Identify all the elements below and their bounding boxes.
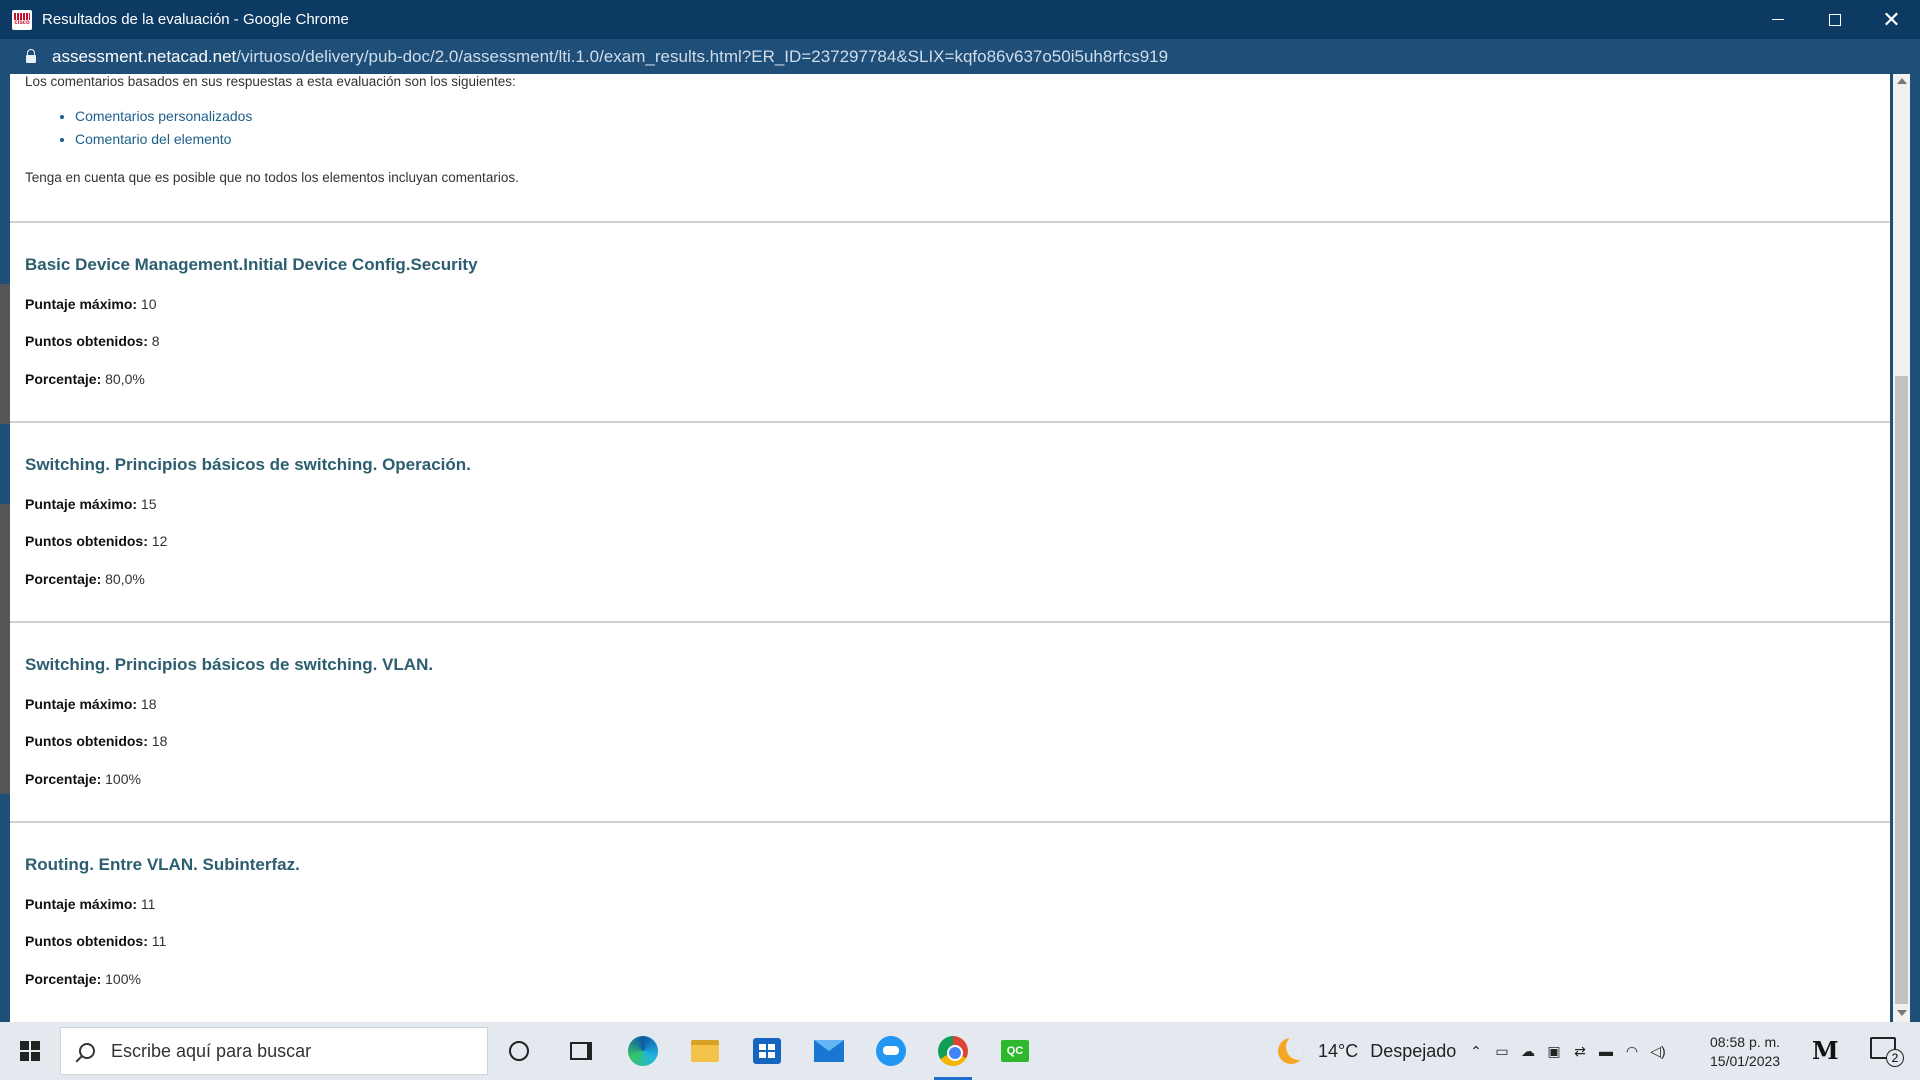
earned-points-row: Puntos obtenidos: 12: [25, 533, 168, 549]
notification-center-button[interactable]: 2: [1870, 1037, 1904, 1067]
result-section: Switching. Principios básicos de switchi…: [10, 621, 1890, 821]
m-app-icon[interactable]: M: [1812, 1036, 1839, 1065]
percentage-row: Porcentaje: 100%: [25, 771, 141, 787]
background-right-strip: [1910, 74, 1920, 1022]
mail-button[interactable]: [798, 1022, 860, 1080]
link-comentario-elemento[interactable]: Comentario del elemento: [75, 131, 252, 147]
result-section: Switching. Principios básicos de switchi…: [10, 421, 1890, 621]
taskbar-clock[interactable]: 08:58 p. m. 15/01/2023: [1710, 1033, 1780, 1071]
minimize-button[interactable]: [1749, 0, 1806, 39]
system-tray: ⌃ ▭ ☁ ▣ ⇄ ▬ ◠ ◁): [1468, 1022, 1666, 1080]
earned-points-row: Puntos obtenidos: 11: [25, 933, 167, 949]
section-title: Switching. Principios básicos de switchi…: [25, 655, 434, 674]
note-text: Tenga en cuenta que es posible que no to…: [25, 170, 519, 185]
link-comentarios-personalizados[interactable]: Comentarios personalizados: [75, 108, 252, 124]
earned-points-row: Puntos obtenidos: 18: [25, 733, 168, 749]
earned-points-row: Puntos obtenidos: 8: [25, 333, 160, 349]
percentage-row: Porcentaje: 100%: [25, 971, 141, 987]
background-left-strip: [0, 74, 10, 1022]
weather-widget[interactable]: 14°C Despejado: [1278, 1022, 1456, 1080]
cisco-app-icon: cisco: [12, 9, 32, 30]
taskbar-search[interactable]: Escribe aquí para buscar: [60, 1027, 488, 1075]
minimize-icon: [1771, 19, 1784, 20]
close-button[interactable]: ✕: [1863, 0, 1920, 39]
temperature: 14°C: [1318, 1040, 1359, 1061]
notification-count: 2: [1886, 1049, 1904, 1067]
qc-app-icon: QC: [1001, 1040, 1029, 1062]
store-button[interactable]: [736, 1022, 798, 1080]
task-view-icon: [570, 1042, 592, 1060]
section-title: Basic Device Management.Initial Device C…: [25, 255, 478, 274]
clock-date: 15/01/2023: [1710, 1053, 1781, 1069]
window-title: Resultados de la evaluación - Google Chr…: [42, 11, 349, 28]
cortana-button[interactable]: [488, 1022, 550, 1080]
url-host: assessment.netacad.net: [52, 46, 237, 66]
chevron-up-icon[interactable]: ⌃: [1468, 1043, 1484, 1060]
taskbar: Escribe aquí para buscar QC 14°C Despeja…: [0, 1022, 1920, 1080]
chrome-button[interactable]: [922, 1022, 984, 1080]
result-section: Basic Device Management.Initial Device C…: [10, 221, 1890, 421]
network-icon[interactable]: ⇄: [1572, 1043, 1588, 1060]
address-bar[interactable]: assessment.netacad.net/virtuoso/delivery…: [0, 39, 1920, 74]
file-explorer-button[interactable]: [674, 1022, 736, 1080]
store-icon: [753, 1038, 781, 1064]
vertical-scrollbar[interactable]: [1893, 74, 1910, 1022]
qc-app-button[interactable]: QC: [984, 1022, 1046, 1080]
max-score-row: Puntaje máximo: 18: [25, 696, 157, 712]
maximize-icon: [1828, 13, 1841, 26]
windows-security-icon[interactable]: ▣: [1546, 1043, 1562, 1060]
search-placeholder: Escribe aquí para buscar: [111, 1040, 312, 1061]
search-icon: [79, 1043, 95, 1059]
wifi-icon[interactable]: ◠: [1624, 1043, 1640, 1060]
page-content: Los comentarios basados en sus respuesta…: [10, 74, 1890, 1022]
chrome-icon: [938, 1036, 968, 1066]
chat-app-button[interactable]: [860, 1022, 922, 1080]
window-titlebar: cisco Resultados de la evaluación - Goog…: [0, 0, 1920, 39]
max-score-row: Puntaje máximo: 10: [25, 296, 157, 312]
scroll-down-icon[interactable]: [1897, 1010, 1907, 1016]
close-icon: ✕: [1882, 6, 1901, 32]
lock-icon[interactable]: [26, 48, 36, 63]
scrollbar-thumb[interactable]: [1895, 376, 1908, 1004]
cortana-icon: [509, 1041, 529, 1061]
mail-icon: [814, 1040, 844, 1062]
folder-icon: [691, 1040, 719, 1062]
maximize-button[interactable]: [1806, 0, 1863, 39]
intro-text: Los comentarios basados en sus respuesta…: [25, 74, 516, 89]
onedrive-icon[interactable]: ☁: [1520, 1043, 1536, 1060]
clock-time: 08:58 p. m.: [1710, 1034, 1781, 1050]
result-section: Routing. Entre VLAN. Subinterfaz. Puntaj…: [10, 821, 1890, 1021]
max-score-row: Puntaje máximo: 11: [25, 896, 156, 912]
chat-icon: [876, 1036, 906, 1066]
edge-icon: [628, 1036, 658, 1066]
section-title: Switching. Principios básicos de switchi…: [25, 455, 471, 474]
meet-now-icon[interactable]: ▭: [1494, 1043, 1510, 1060]
url-text[interactable]: assessment.netacad.net/virtuoso/delivery…: [52, 47, 1168, 67]
volume-icon[interactable]: ◁): [1650, 1043, 1666, 1060]
windows-logo-icon: [20, 1041, 40, 1061]
section-title: Routing. Entre VLAN. Subinterfaz.: [25, 855, 300, 874]
feedback-links: Comentarios personalizados Comentario de…: [75, 108, 252, 154]
task-view-button[interactable]: [550, 1022, 612, 1080]
moon-icon: [1278, 1038, 1304, 1064]
url-path: /virtuoso/delivery/pub-doc/2.0/assessmen…: [236, 46, 1169, 66]
percentage-row: Porcentaje: 80,0%: [25, 371, 145, 387]
start-button[interactable]: [0, 1022, 60, 1080]
weather-condition: Despejado: [1370, 1040, 1457, 1061]
percentage-row: Porcentaje: 80,0%: [25, 571, 145, 587]
max-score-row: Puntaje máximo: 15: [25, 496, 157, 512]
edge-button[interactable]: [612, 1022, 674, 1080]
scroll-up-icon[interactable]: [1897, 78, 1907, 84]
battery-icon[interactable]: ▬: [1598, 1043, 1614, 1059]
